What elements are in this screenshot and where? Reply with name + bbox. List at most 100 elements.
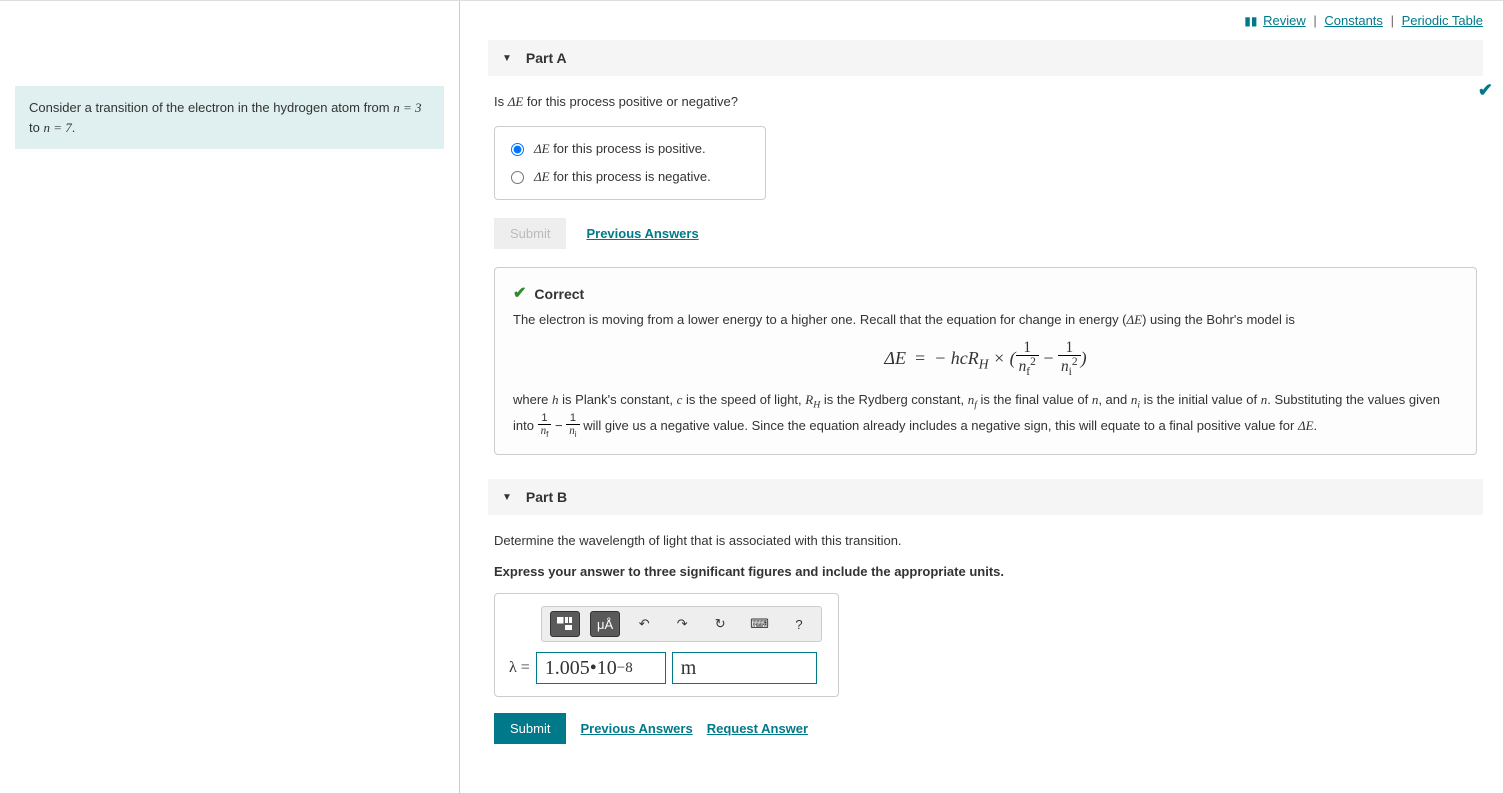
input-row: λ = 1.005 • 10−8 m xyxy=(509,652,824,684)
eq-rhs-a: − hcR xyxy=(934,348,979,368)
f2da: n xyxy=(1061,358,1069,375)
val-ten: 10 xyxy=(597,657,617,680)
feedback-title: ✔ Correct xyxy=(513,282,1458,306)
part-b-title: Part B xyxy=(526,489,567,505)
fb-1b: ) using the Bohr's model is xyxy=(1142,312,1295,327)
opt2-var: ΔE xyxy=(534,169,550,184)
book-icon: ▮▮ xyxy=(1244,14,1257,28)
lf1s: f xyxy=(546,430,548,439)
main-panel: ▮▮ Review | Constants | Periodic Table ▼… xyxy=(459,1,1503,793)
f1n: 1 xyxy=(1016,340,1039,356)
part-a-buttons: Submit Previous Answers xyxy=(494,218,1477,249)
part-b-instruction: Express your answer to three significant… xyxy=(494,564,1477,579)
problem-suffix: . xyxy=(72,120,76,135)
equation: ΔE = − hcRH × (1nf2 − 1ni2) xyxy=(513,340,1458,380)
l2d: is the Rydberg constant, xyxy=(820,392,967,407)
part-b-buttons: Submit Previous Answers Request Answer xyxy=(494,713,1477,744)
submit-button-b[interactable]: Submit xyxy=(494,713,566,744)
separator: | xyxy=(1313,13,1316,28)
top-links: ▮▮ Review | Constants | Periodic Table xyxy=(488,1,1483,40)
problem-mid: to xyxy=(29,120,43,135)
l2c: is the speed of light, xyxy=(682,392,805,407)
eq-rhs-b: × ( xyxy=(989,348,1016,368)
periodic-table-link[interactable]: Periodic Table xyxy=(1402,13,1483,28)
lf2s: i xyxy=(575,430,577,439)
part-a-title: Part A xyxy=(526,50,567,66)
part-a-body: Is ΔE for this process positive or negat… xyxy=(488,94,1483,479)
feedback-title-text: Correct xyxy=(534,284,584,305)
l2j: . xyxy=(1314,418,1318,433)
equation-toolbar: μÅ ↶ ↷ ↻ ⌨ ? xyxy=(541,606,822,642)
opt1-var: ΔE xyxy=(534,141,550,156)
eq-close: ) xyxy=(1081,348,1087,368)
lf2n: 1 xyxy=(566,413,579,425)
q-prefix: Is xyxy=(494,94,508,109)
request-answer-link[interactable]: Request Answer xyxy=(707,721,808,736)
previous-answers-link-b[interactable]: Previous Answers xyxy=(580,721,692,736)
part-a-question: Is ΔE for this process positive or negat… xyxy=(494,94,1477,110)
eq-eq: = xyxy=(915,348,925,368)
unit-input[interactable]: m xyxy=(672,652,817,684)
part-b-question: Determine the wavelength of light that i… xyxy=(494,533,1477,548)
lambda-label: λ = xyxy=(509,659,530,677)
reset-button[interactable]: ↻ xyxy=(706,611,734,637)
constants-link[interactable]: Constants xyxy=(1324,13,1383,28)
template-button[interactable] xyxy=(550,611,580,637)
l2e: is the final value of xyxy=(977,392,1092,407)
l2m: − xyxy=(551,418,566,433)
part-a-header[interactable]: ▼ Part A ✔ xyxy=(488,40,1483,76)
val-exp: −8 xyxy=(617,660,633,677)
radio-positive[interactable] xyxy=(511,143,524,156)
val-base: 1.005 xyxy=(545,657,590,680)
caret-down-icon: ▼ xyxy=(502,492,512,503)
problem-n-from: n = 3 xyxy=(393,100,421,115)
checkmark-icon: ✔ xyxy=(513,282,526,306)
fb-1a: The electron is moving from a lower ener… xyxy=(513,312,1127,327)
eq-lhs: ΔE xyxy=(884,348,906,368)
units-button[interactable]: μÅ xyxy=(590,611,620,637)
l2de: ΔE xyxy=(1298,418,1314,433)
problem-n-to: n = 7 xyxy=(43,120,71,135)
caret-down-icon: ▼ xyxy=(502,53,512,64)
checkmark-icon: ✔ xyxy=(1478,80,1493,101)
separator: | xyxy=(1391,13,1394,28)
fb-var: ΔE xyxy=(1127,312,1143,327)
part-b-header[interactable]: ▼ Part B xyxy=(488,479,1483,515)
f2n: 1 xyxy=(1058,340,1081,356)
q-suffix: for this process positive or negative? xyxy=(523,94,738,109)
l2b: is Plank's constant, xyxy=(559,392,677,407)
undo-button[interactable]: ↶ xyxy=(630,611,658,637)
problem-statement: Consider a transition of the electron in… xyxy=(15,86,444,149)
l2a: where xyxy=(513,392,552,407)
option-positive[interactable]: ΔE for this process is positive. xyxy=(511,141,749,157)
unit-text: m xyxy=(681,657,697,680)
option-negative[interactable]: ΔE for this process is negative. xyxy=(511,169,749,185)
q-var: ΔE xyxy=(508,94,524,109)
eq-rhs-sub: H xyxy=(979,356,989,371)
f1dp: 2 xyxy=(1030,356,1036,368)
radio-negative[interactable] xyxy=(511,171,524,184)
problem-panel: Consider a transition of the electron in… xyxy=(0,1,459,793)
problem-text: Consider a transition of the electron in… xyxy=(29,100,393,115)
review-link[interactable]: Review xyxy=(1263,13,1306,28)
redo-button[interactable]: ↷ xyxy=(668,611,696,637)
l2g: is the initial value of xyxy=(1140,392,1261,407)
eq-minus: − xyxy=(1039,348,1058,368)
opt2-text: for this process is negative. xyxy=(550,169,711,184)
lf1n: 1 xyxy=(538,413,552,425)
part-b-body: Determine the wavelength of light that i… xyxy=(488,533,1483,768)
answer-options: ΔE for this process is positive. ΔE for … xyxy=(494,126,766,200)
feedback-box: ✔ Correct The electron is moving from a … xyxy=(494,267,1477,455)
value-input[interactable]: 1.005 • 10−8 xyxy=(536,652,666,684)
f2dp: 2 xyxy=(1072,356,1078,368)
previous-answers-link-a[interactable]: Previous Answers xyxy=(586,226,698,241)
help-button[interactable]: ? xyxy=(785,611,813,637)
submit-button-a: Submit xyxy=(494,218,566,249)
l2f: , and xyxy=(1098,392,1131,407)
val-dot: • xyxy=(590,657,597,680)
feedback-text: The electron is moving from a lower ener… xyxy=(513,310,1458,440)
answer-input-area: μÅ ↶ ↷ ↻ ⌨ ? λ = 1.005 • 10−8 m xyxy=(494,593,839,697)
keyboard-button[interactable]: ⌨ xyxy=(744,611,775,637)
l2i: will give us a negative value. Since the… xyxy=(580,418,1298,433)
opt1-text: for this process is positive. xyxy=(550,141,706,156)
